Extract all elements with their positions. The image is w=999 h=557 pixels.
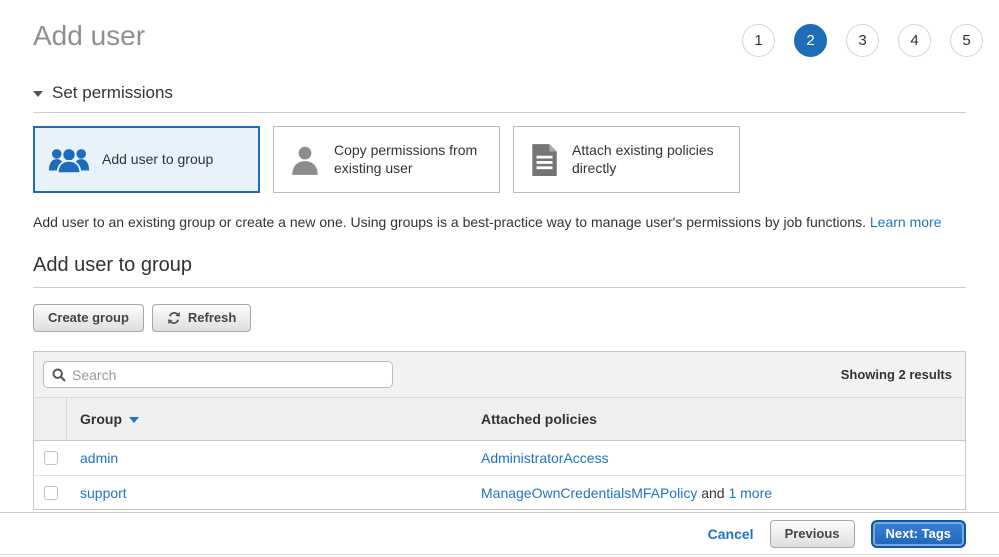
learn-more-link[interactable]: Learn more (870, 214, 942, 230)
set-permissions-header[interactable]: Set permissions (33, 83, 966, 113)
row-checkbox-cell (34, 486, 67, 500)
table-row: support ManageOwnCredentialsMFAPolicy an… (34, 475, 965, 509)
option-label: Attach existing policies directly (572, 142, 729, 177)
permission-option-cards: Add user to group Copy permissions from … (33, 126, 966, 193)
option-attach-policies[interactable]: Attach existing policies directly (513, 126, 740, 193)
option-copy-permissions[interactable]: Copy permissions from existing user (273, 126, 500, 193)
page-title: Add user (33, 20, 145, 52)
option-label: Add user to group (102, 151, 213, 169)
group-column-header[interactable]: Group (67, 398, 469, 440)
option-add-user-to-group[interactable]: Add user to group (33, 126, 260, 193)
create-group-label: Create group (48, 310, 129, 325)
group-name-cell: admin (67, 450, 469, 466)
next-tags-label: Next: Tags (886, 526, 952, 541)
create-group-button[interactable]: Create group (33, 304, 144, 332)
option-label: Copy permissions from existing user (334, 142, 489, 177)
table-row: admin AdministratorAccess (34, 441, 965, 475)
row-checkbox-cell (34, 451, 67, 465)
row-checkbox[interactable] (44, 451, 58, 465)
next-tags-button[interactable]: Next: Tags (871, 520, 967, 548)
policy-document-icon (528, 143, 560, 177)
policies-column-header: Attached policies (469, 398, 965, 440)
refresh-icon (167, 311, 181, 325)
policy-and-text: and (697, 485, 728, 501)
wizard-steps: 1 2 3 4 5 (742, 24, 983, 57)
step-circle-4: 4 (898, 24, 931, 57)
row-checkbox[interactable] (44, 486, 58, 500)
user-group-icon (48, 145, 90, 175)
search-icon (52, 368, 66, 382)
table-header-row: Group Attached policies (34, 397, 965, 441)
step-circle-5: 5 (950, 24, 983, 57)
groups-table: Showing 2 results Group Attached policie… (33, 351, 966, 510)
table-search-row: Showing 2 results (34, 352, 965, 397)
group-link[interactable]: support (80, 485, 127, 501)
set-permissions-label: Set permissions (52, 83, 173, 103)
step-circle-3: 3 (846, 24, 879, 57)
collapse-caret-icon (33, 91, 43, 97)
wizard-footer: Cancel Previous Next: Tags (0, 512, 999, 555)
more-policies-link[interactable]: 1 more (728, 485, 772, 501)
refresh-button[interactable]: Refresh (152, 304, 251, 332)
cancel-link[interactable]: Cancel (708, 526, 754, 542)
refresh-label: Refresh (188, 310, 236, 325)
page-header: Add user 1 2 3 4 5 (0, 0, 999, 57)
group-toolbar: Create group Refresh (33, 304, 966, 332)
group-column-label: Group (80, 411, 122, 427)
select-all-header-cell (34, 398, 67, 440)
search-box[interactable] (43, 361, 393, 388)
previous-button[interactable]: Previous (770, 520, 855, 548)
attached-policies-cell: AdministratorAccess (469, 450, 965, 466)
group-link[interactable]: admin (80, 450, 118, 466)
results-count: Showing 2 results (841, 367, 952, 382)
search-input[interactable] (72, 367, 384, 383)
group-name-cell: support (67, 485, 469, 501)
policies-column-label: Attached policies (481, 411, 597, 427)
step-circle-1: 1 (742, 24, 775, 57)
policy-link[interactable]: ManageOwnCredentialsMFAPolicy (481, 485, 697, 501)
add-user-to-group-title: Add user to group (33, 254, 966, 288)
group-description: Add user to an existing group or create … (33, 214, 966, 230)
single-user-icon (288, 143, 322, 177)
attached-policies-cell: ManageOwnCredentialsMFAPolicy and 1 more (469, 485, 965, 501)
step-circle-2: 2 (794, 24, 827, 57)
description-text: Add user to an existing group or create … (33, 214, 870, 230)
policy-link[interactable]: AdministratorAccess (481, 450, 609, 466)
previous-label: Previous (785, 526, 840, 541)
sort-descending-icon (129, 417, 139, 423)
